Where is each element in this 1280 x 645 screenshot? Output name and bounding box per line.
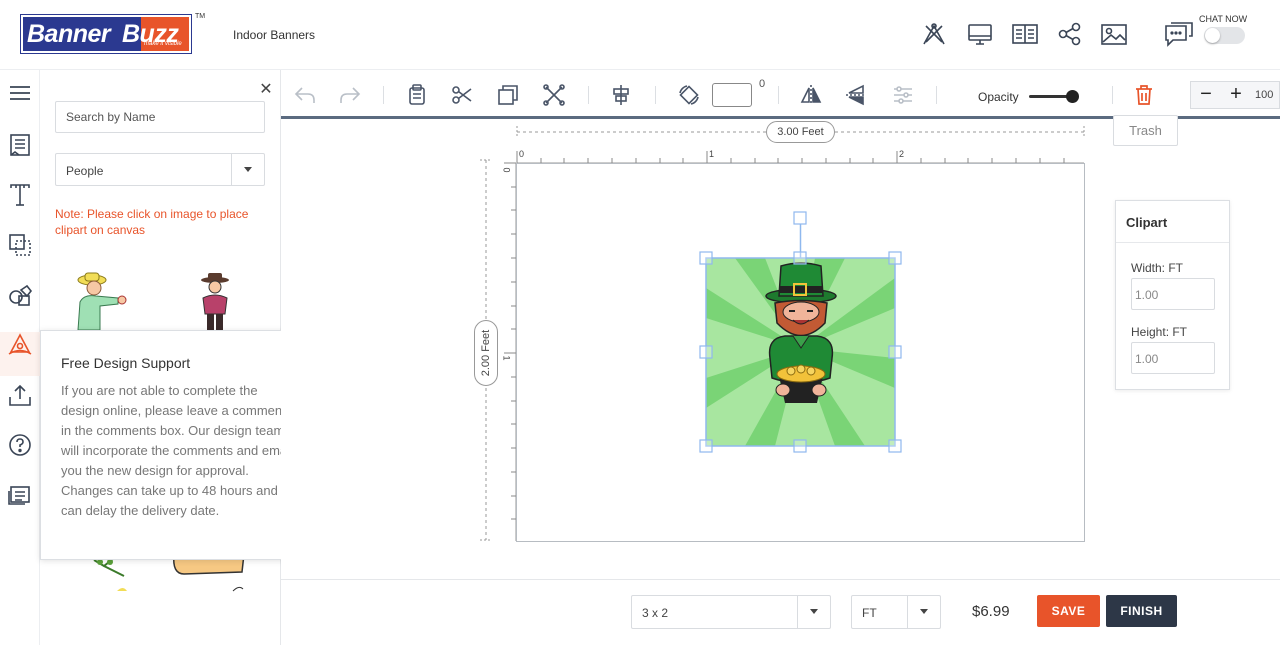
ruler-left-tick-0: 0 bbox=[501, 167, 512, 173]
size-select-value: 3 x 2 bbox=[642, 606, 669, 620]
flip-vertical-icon[interactable] bbox=[844, 83, 868, 107]
design-support-popup: ✕ Free Design Support If you are not abl… bbox=[40, 330, 310, 560]
clipart-properties-title: Clipart bbox=[1126, 215, 1168, 230]
trash-icon[interactable] bbox=[1132, 83, 1156, 107]
chevron-down-icon bbox=[231, 154, 264, 185]
product-name: Indoor Banners bbox=[233, 28, 316, 42]
left-tool-rail bbox=[0, 70, 40, 645]
unit-select-value: FT bbox=[862, 606, 877, 620]
monitor-preview-icon[interactable] bbox=[966, 20, 994, 48]
height-label: Height: FT bbox=[1131, 325, 1188, 339]
image-icon[interactable] bbox=[1100, 20, 1128, 48]
flip-horizontal-icon[interactable] bbox=[799, 83, 823, 107]
height-input[interactable]: 1.00 bbox=[1131, 342, 1215, 374]
zoom-in-button[interactable]: + bbox=[1221, 82, 1251, 108]
ruler-top-tick-2: 2 bbox=[899, 149, 905, 159]
help-icon[interactable] bbox=[7, 432, 33, 458]
zoom-control: − + 100 bbox=[1190, 81, 1280, 109]
ruler-left-tick-1: 1 bbox=[501, 355, 512, 361]
opacity-label: Opacity bbox=[978, 90, 1019, 104]
chat-toggle[interactable] bbox=[1204, 27, 1245, 44]
text-icon[interactable] bbox=[7, 182, 33, 208]
canvas-width-label: 3.00 Feet bbox=[766, 121, 835, 143]
support-title: Free Design Support bbox=[61, 355, 191, 371]
zoom-out-button[interactable]: − bbox=[1191, 82, 1221, 108]
support-body: If you are not able to complete the desi… bbox=[61, 383, 293, 518]
comments-icon[interactable] bbox=[7, 482, 33, 508]
panel-close-icon[interactable]: ✕ bbox=[259, 79, 273, 99]
chat-icon[interactable] bbox=[1163, 20, 1195, 50]
category-select[interactable]: People bbox=[55, 153, 265, 186]
share-icon[interactable] bbox=[1056, 20, 1084, 48]
unit-select[interactable]: FT bbox=[851, 595, 941, 629]
undo-icon[interactable] bbox=[293, 83, 317, 107]
clipart-thumb-farmer[interactable] bbox=[70, 270, 140, 332]
design-tools-icon[interactable] bbox=[920, 20, 948, 48]
redo-icon[interactable] bbox=[338, 83, 362, 107]
logo-trademark: TM bbox=[195, 13, 206, 20]
menu-icon[interactable] bbox=[7, 80, 33, 106]
paste-icon[interactable] bbox=[405, 83, 429, 107]
chat-now-label: CHAT NOW bbox=[1199, 14, 1248, 24]
header-bar: Banner Buzz make it visible TM Indoor Ba… bbox=[0, 0, 1280, 70]
chevron-down-icon bbox=[907, 596, 940, 628]
rotate-icon[interactable] bbox=[677, 83, 701, 107]
trash-tooltip: Trash bbox=[1113, 115, 1178, 146]
save-button[interactable]: SAVE bbox=[1037, 595, 1100, 627]
book-guide-icon[interactable] bbox=[1011, 20, 1039, 48]
clipart-properties-panel: Clipart Width: FT 1.00 Height: FT 1.00 bbox=[1115, 200, 1230, 390]
ungroup-icon[interactable] bbox=[542, 83, 566, 107]
bannerbuzz-logo[interactable]: Banner Buzz make it visible TM bbox=[20, 13, 205, 54]
chevron-down-icon bbox=[797, 596, 830, 628]
rotate-degree-symbol: 0 bbox=[759, 78, 766, 90]
zoom-value: 100 bbox=[1255, 89, 1274, 101]
logo-text-banner: Banner bbox=[27, 20, 111, 48]
selected-clipart-leprechaun[interactable] bbox=[695, 208, 907, 456]
price-label: $6.99 bbox=[972, 603, 1010, 620]
clipart-thumb-cowboy[interactable] bbox=[190, 270, 240, 332]
size-select[interactable]: 3 x 2 bbox=[631, 595, 831, 629]
clipart-note: Note: Please click on image to place cli… bbox=[55, 207, 249, 237]
template-icon[interactable] bbox=[7, 132, 33, 158]
finish-button[interactable]: FINISH bbox=[1106, 595, 1177, 627]
logo-tagline: make it visible bbox=[144, 41, 182, 47]
cut-icon[interactable] bbox=[450, 83, 474, 107]
clipart-icon[interactable] bbox=[7, 332, 33, 358]
rotate-angle-input[interactable] bbox=[712, 83, 752, 107]
ruler-top-tick-1: 1 bbox=[709, 149, 715, 159]
align-center-icon[interactable] bbox=[609, 83, 633, 107]
editor-toolbar: 0 Opacity − + 100 bbox=[281, 70, 1280, 120]
upload-icon[interactable] bbox=[7, 382, 33, 408]
clipart-thumb-partial[interactable] bbox=[115, 585, 255, 593]
width-input[interactable]: 1.00 bbox=[1131, 278, 1215, 310]
canvas-height-label: 2.00 Feet bbox=[480, 329, 492, 377]
search-input[interactable] bbox=[55, 101, 265, 133]
width-label: Width: FT bbox=[1131, 261, 1184, 275]
adjust-sliders-icon[interactable] bbox=[891, 83, 915, 107]
layers-icon[interactable] bbox=[7, 232, 33, 258]
canvas-height-pill: 2.00 Feet bbox=[474, 320, 498, 386]
opacity-slider-knob[interactable] bbox=[1066, 90, 1079, 103]
duplicate-icon[interactable] bbox=[496, 83, 520, 107]
ruler-top-tick-0: 0 bbox=[519, 149, 525, 159]
category-select-value: People bbox=[66, 164, 104, 178]
shapes-icon[interactable] bbox=[7, 282, 33, 308]
